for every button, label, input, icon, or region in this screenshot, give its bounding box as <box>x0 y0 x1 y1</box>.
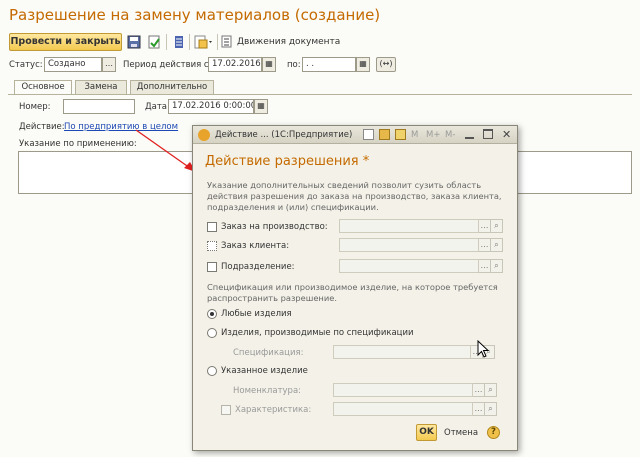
status-select[interactable]: Создано <box>44 57 102 72</box>
department-checkbox[interactable] <box>207 262 217 272</box>
status-select-button[interactable]: … <box>102 57 116 72</box>
spec-field[interactable] <box>333 345 471 359</box>
usage-label: Указание по применению: <box>19 139 137 149</box>
period-to-label: по: <box>287 60 301 70</box>
characteristic-field[interactable] <box>333 402 473 416</box>
search-icon[interactable]: ⌕ <box>491 219 503 233</box>
dialog-titlebar: Действие ... (1С:Предприятие) M M+ M- ✕ <box>193 126 517 144</box>
page-title: Разрешение на замену материалов (создани… <box>9 6 381 24</box>
specified-item-radio[interactable] <box>207 366 217 376</box>
select-button[interactable]: … <box>479 259 491 273</box>
app-logo-icon <box>198 129 210 141</box>
toolbar-separator <box>166 34 167 50</box>
document-movements-button[interactable]: Движения документа <box>237 37 340 47</box>
any-items-radio[interactable] <box>207 309 217 319</box>
post-and-close-button[interactable]: Провести и закрыть <box>9 33 122 51</box>
number-field[interactable] <box>63 99 135 114</box>
calendar-icon[interactable]: ▦ <box>356 57 370 72</box>
spec-label: Спецификация: <box>233 348 304 358</box>
minimize-icon[interactable] <box>465 130 474 139</box>
search-icon[interactable]: ⌕ <box>485 383 497 397</box>
select-button[interactable]: … <box>479 238 491 252</box>
characteristic-checkbox[interactable] <box>221 405 231 415</box>
spec-hint-line: Спецификация или производимое изделие, н… <box>207 282 498 292</box>
cancel-button[interactable]: Отмена <box>444 428 478 438</box>
document-movements-icon[interactable] <box>221 35 233 48</box>
tab-replacement[interactable]: Замена <box>75 80 127 94</box>
select-period-button[interactable]: (↔) <box>376 57 396 72</box>
production-order-checkbox[interactable] <box>207 222 217 232</box>
number-label: Номер: <box>19 102 51 112</box>
ok-button[interactable]: OK <box>416 424 437 441</box>
search-icon[interactable]: ⌕ <box>491 238 503 252</box>
select-button[interactable]: … <box>473 383 485 397</box>
hint-line: подразделения и (или) спецификации. <box>207 202 379 212</box>
save-icon[interactable] <box>126 34 142 50</box>
nomenclature-field[interactable] <box>333 383 473 397</box>
status-label: Статус: <box>9 60 43 70</box>
home-icon[interactable] <box>363 129 374 140</box>
production-order-label: Заказ на производство: <box>221 222 328 232</box>
memory-minus-button[interactable]: M- <box>445 130 455 140</box>
save-icon[interactable] <box>379 129 390 140</box>
date-label: Дата: <box>145 102 170 112</box>
date-field[interactable]: 17.02.2016 0:00:00 <box>168 99 254 114</box>
memory-plus-button[interactable]: M+ <box>426 130 440 140</box>
dialog-window-title: Действие ... (1С:Предприятие) <box>215 130 353 140</box>
by-spec-label: Изделия, производимые по спецификации <box>221 328 414 338</box>
characteristic-label: Характеристика: <box>235 405 312 415</box>
calendar-icon[interactable]: ▦ <box>262 57 276 72</box>
period-to-field[interactable]: . . <box>302 57 356 72</box>
select-button[interactable]: … <box>473 402 485 416</box>
spec-hint-line: распространить разрешение. <box>207 293 337 303</box>
maximize-icon[interactable] <box>483 129 493 139</box>
action-label: Действие: <box>19 122 65 132</box>
list-icon[interactable] <box>171 34 187 50</box>
dialog-heading: Действие разрешения * <box>205 154 370 169</box>
close-icon[interactable]: ✕ <box>502 128 511 141</box>
post-document-icon[interactable] <box>146 34 162 50</box>
client-order-checkbox[interactable] <box>207 241 217 251</box>
department-field[interactable] <box>339 259 479 273</box>
mouse-cursor-icon <box>477 340 490 358</box>
calculator-icon[interactable] <box>395 129 406 140</box>
department-label: Подразделение: <box>221 262 295 272</box>
toolbar-separator <box>217 34 218 50</box>
search-icon[interactable]: ⌕ <box>491 259 503 273</box>
client-order-field[interactable] <box>339 238 479 252</box>
hint-line: действия разрешения до заказа на произво… <box>207 191 502 201</box>
create-based-on-icon[interactable] <box>193 34 215 50</box>
specified-item-label: Указанное изделие <box>221 366 308 376</box>
tab-main[interactable]: Основное <box>14 80 72 95</box>
search-icon[interactable]: ⌕ <box>485 402 497 416</box>
select-button[interactable]: … <box>479 219 491 233</box>
help-icon[interactable]: ? <box>487 426 500 439</box>
memory-button[interactable]: M <box>411 130 418 140</box>
tab-additional[interactable]: Дополнительно <box>130 80 214 94</box>
nomenclature-label: Номенклатура: <box>233 386 302 396</box>
toolbar-separator <box>189 34 190 50</box>
calendar-icon[interactable]: ▦ <box>254 99 268 114</box>
period-from-label: Период действия с: <box>123 60 212 70</box>
production-order-field[interactable] <box>339 219 479 233</box>
hint-line: Указание дополнительных сведений позволи… <box>207 180 482 190</box>
by-spec-radio[interactable] <box>207 328 217 338</box>
tab-divider <box>8 94 632 95</box>
client-order-label: Заказ клиента: <box>221 241 290 251</box>
any-items-label: Любые изделия <box>221 309 292 319</box>
action-dialog: Действие ... (1С:Предприятие) M M+ M- ✕ … <box>192 125 518 451</box>
period-from-field[interactable]: 17.02.2016 <box>208 57 262 72</box>
